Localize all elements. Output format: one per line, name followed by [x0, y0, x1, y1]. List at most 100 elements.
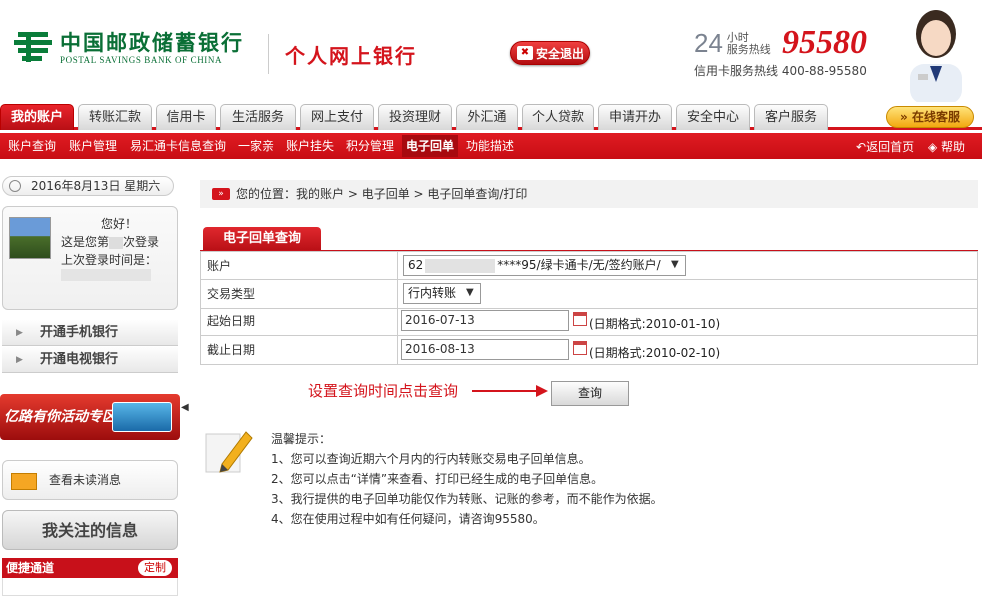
hotline-number: 95580	[782, 24, 867, 61]
annotation-arrow	[472, 390, 542, 392]
masked-count	[109, 236, 124, 249]
product-title: 个人网上银行	[285, 44, 417, 68]
tab-apply[interactable]: 申请开办	[598, 104, 672, 130]
subnav-report-loss[interactable]: 账户挂失	[286, 137, 334, 154]
logout-label: 安全退出	[536, 46, 585, 61]
subnav-description[interactable]: 功能描述	[466, 137, 514, 154]
subnav-e-receipt[interactable]: 电子回单	[402, 135, 459, 157]
tab-online-pay[interactable]: 网上支付	[300, 104, 374, 130]
sidebar-item-mobile-bank[interactable]: ▶ 开通手机银行	[2, 320, 178, 346]
chevron-down-icon: ▼	[671, 259, 679, 270]
transaction-type-select[interactable]: 行内转账 ▼	[403, 283, 481, 304]
tip-line: 4、您在使用过程中如有任何疑问，请咨询95580。	[271, 512, 545, 526]
masked-account	[425, 258, 496, 273]
end-date-format: (日期格式:2010-02-10)	[589, 346, 721, 360]
chevron-right-icon: »	[900, 110, 912, 124]
section-title: 电子回单查询	[203, 227, 321, 251]
promo-banner[interactable]: 亿路有你活动专区	[0, 394, 180, 440]
start-date-label: 起始日期	[201, 307, 398, 335]
triangle-right-icon: ▶	[16, 328, 23, 338]
account-row: 账户 62 ****95/绿卡通卡/无/签约账户/ ▼	[200, 251, 978, 280]
bank-logo: 中国邮政储蓄银行 POSTAL SAVINGS BANK OF CHINA	[12, 28, 244, 68]
main-nav: 我的账户 转账汇款 信用卡 生活服务 网上支付 投资理财 外汇通 个人贷款 申请…	[0, 102, 982, 130]
arrow-right-icon	[536, 385, 548, 397]
bank-name-en: POSTAL SAVINGS BANK OF CHINA	[60, 55, 223, 65]
clock-icon	[9, 180, 21, 192]
help-link[interactable]: ◈ 帮助	[928, 138, 965, 155]
card-hotline: 信用卡服务热线 400-88-95580	[694, 64, 867, 78]
query-button[interactable]: 查询	[551, 381, 629, 406]
hotline-label: 服务热线	[726, 43, 771, 56]
bank-cards-image	[112, 402, 172, 432]
account-label: 账户	[201, 252, 398, 280]
double-arrow-icon: »	[212, 188, 230, 200]
subnav-account-query[interactable]: 账户查询	[8, 137, 56, 154]
triangle-right-icon: ▶	[16, 355, 23, 365]
tab-customer-service[interactable]: 客户服务	[754, 104, 828, 130]
envelope-icon	[11, 473, 37, 490]
logout-button[interactable]: ✖ 安全退出	[510, 41, 590, 65]
account-select[interactable]: 62 ****95/绿卡通卡/无/签约账户/ ▼	[403, 255, 686, 276]
collapse-arrow-icon[interactable]: ◀	[181, 402, 189, 413]
hotline: 24 小时 服务热线 95580 信用卡服务热线 400-88-95580	[694, 24, 867, 78]
quick-access-body	[2, 578, 178, 596]
hotline-24: 24	[694, 28, 723, 58]
avatar	[9, 217, 51, 259]
type-label: 交易类型	[201, 280, 398, 308]
sub-nav: 账户查询 账户管理 易汇通卡信息查询 一家亲 账户挂失 积分管理 电子回单 功能…	[0, 133, 982, 159]
back-home-link[interactable]: ↶返回首页	[856, 138, 914, 155]
my-focus-button[interactable]: 我关注的信息	[2, 510, 178, 550]
calendar-icon[interactable]	[573, 341, 587, 355]
pencil-note-icon	[202, 424, 254, 476]
service-agent-image	[896, 4, 976, 102]
tip-line: 3、我行提供的电子回单功能仅作为转账、记账的参考，而不能作为依据。	[271, 492, 663, 506]
date-display: 2016年8月13日 星期六	[2, 176, 174, 196]
online-service-button[interactable]: » 在线客服	[886, 106, 974, 128]
type-row: 交易类型 行内转账 ▼	[200, 280, 978, 309]
end-date-label: 截止日期	[201, 336, 398, 364]
tips-title: 温馨提示：	[271, 432, 332, 446]
online-service-label: 在线客服	[911, 110, 960, 124]
header: 中国邮政储蓄银行 POSTAL SAVINGS BANK OF CHINA 个人…	[0, 0, 982, 102]
calendar-icon[interactable]	[573, 312, 587, 326]
postal-logo-icon	[12, 28, 56, 68]
start-date-format: (日期格式:2010-01-10)	[589, 317, 721, 331]
breadcrumb: » 您的位置：我的账户 > 电子回单 > 电子回单查询/打印	[200, 180, 978, 208]
tab-credit-card[interactable]: 信用卡	[156, 104, 216, 130]
start-date-input[interactable]: 2016-07-13	[401, 310, 569, 331]
subnav-points[interactable]: 积分管理	[346, 137, 394, 154]
tab-life-service[interactable]: 生活服务	[220, 104, 296, 130]
date-text: 2016年8月13日 星期六	[31, 179, 161, 193]
return-icon: ↶	[856, 140, 867, 154]
user-info: 您好！ 这是您第 次登录 上次登录时间是：	[2, 206, 178, 310]
greeting: 您好！	[101, 217, 138, 231]
login-count: 这是您第 次登录	[61, 235, 160, 249]
quick-access-header: 便捷通道 定制	[2, 558, 178, 578]
subnav-account-manage[interactable]: 账户管理	[69, 137, 117, 154]
help-icon: ◈	[928, 140, 942, 154]
end-date-input[interactable]: 2016-08-13	[401, 339, 569, 360]
tab-forex[interactable]: 外汇通	[456, 104, 518, 130]
tab-investment[interactable]: 投资理财	[378, 104, 452, 130]
chevron-down-icon: ▼	[466, 287, 474, 298]
start-date-row: 起始日期 2016-07-13 (日期格式:2010-01-10)	[200, 307, 978, 336]
sidebar-item-tv-bank[interactable]: ▶ 开通电视银行	[2, 347, 178, 373]
customize-button[interactable]: 定制	[138, 560, 172, 576]
exit-icon: ✖	[517, 46, 533, 60]
breadcrumb-path: 我的账户 > 电子回单 > 电子回单查询/打印	[296, 187, 528, 201]
subnav-card-info[interactable]: 易汇通卡信息查询	[130, 137, 226, 154]
annotation-text: 设置查询时间点击查询	[308, 382, 459, 400]
unread-messages-button[interactable]: 查看未读消息	[2, 460, 178, 500]
divider	[268, 34, 269, 74]
tab-loan[interactable]: 个人贷款	[522, 104, 594, 130]
bank-name-cn: 中国邮政储蓄银行	[60, 30, 244, 55]
tips: 温馨提示： 1、您可以查询近期六个月内的行内转账交易电子回单信息。 2、您可以点…	[271, 429, 663, 529]
tab-security[interactable]: 安全中心	[676, 104, 750, 130]
last-login-label: 上次登录时间是：	[61, 253, 158, 267]
end-date-row: 截止日期 2016-08-13 (日期格式:2010-02-10)	[200, 336, 978, 365]
tab-transfer[interactable]: 转账汇款	[78, 104, 152, 130]
masked-login-time	[61, 269, 151, 281]
tip-line: 1、您可以查询近期六个月内的行内转账交易电子回单信息。	[271, 452, 591, 466]
tab-my-account[interactable]: 我的账户	[0, 104, 74, 130]
subnav-family[interactable]: 一家亲	[238, 137, 274, 154]
